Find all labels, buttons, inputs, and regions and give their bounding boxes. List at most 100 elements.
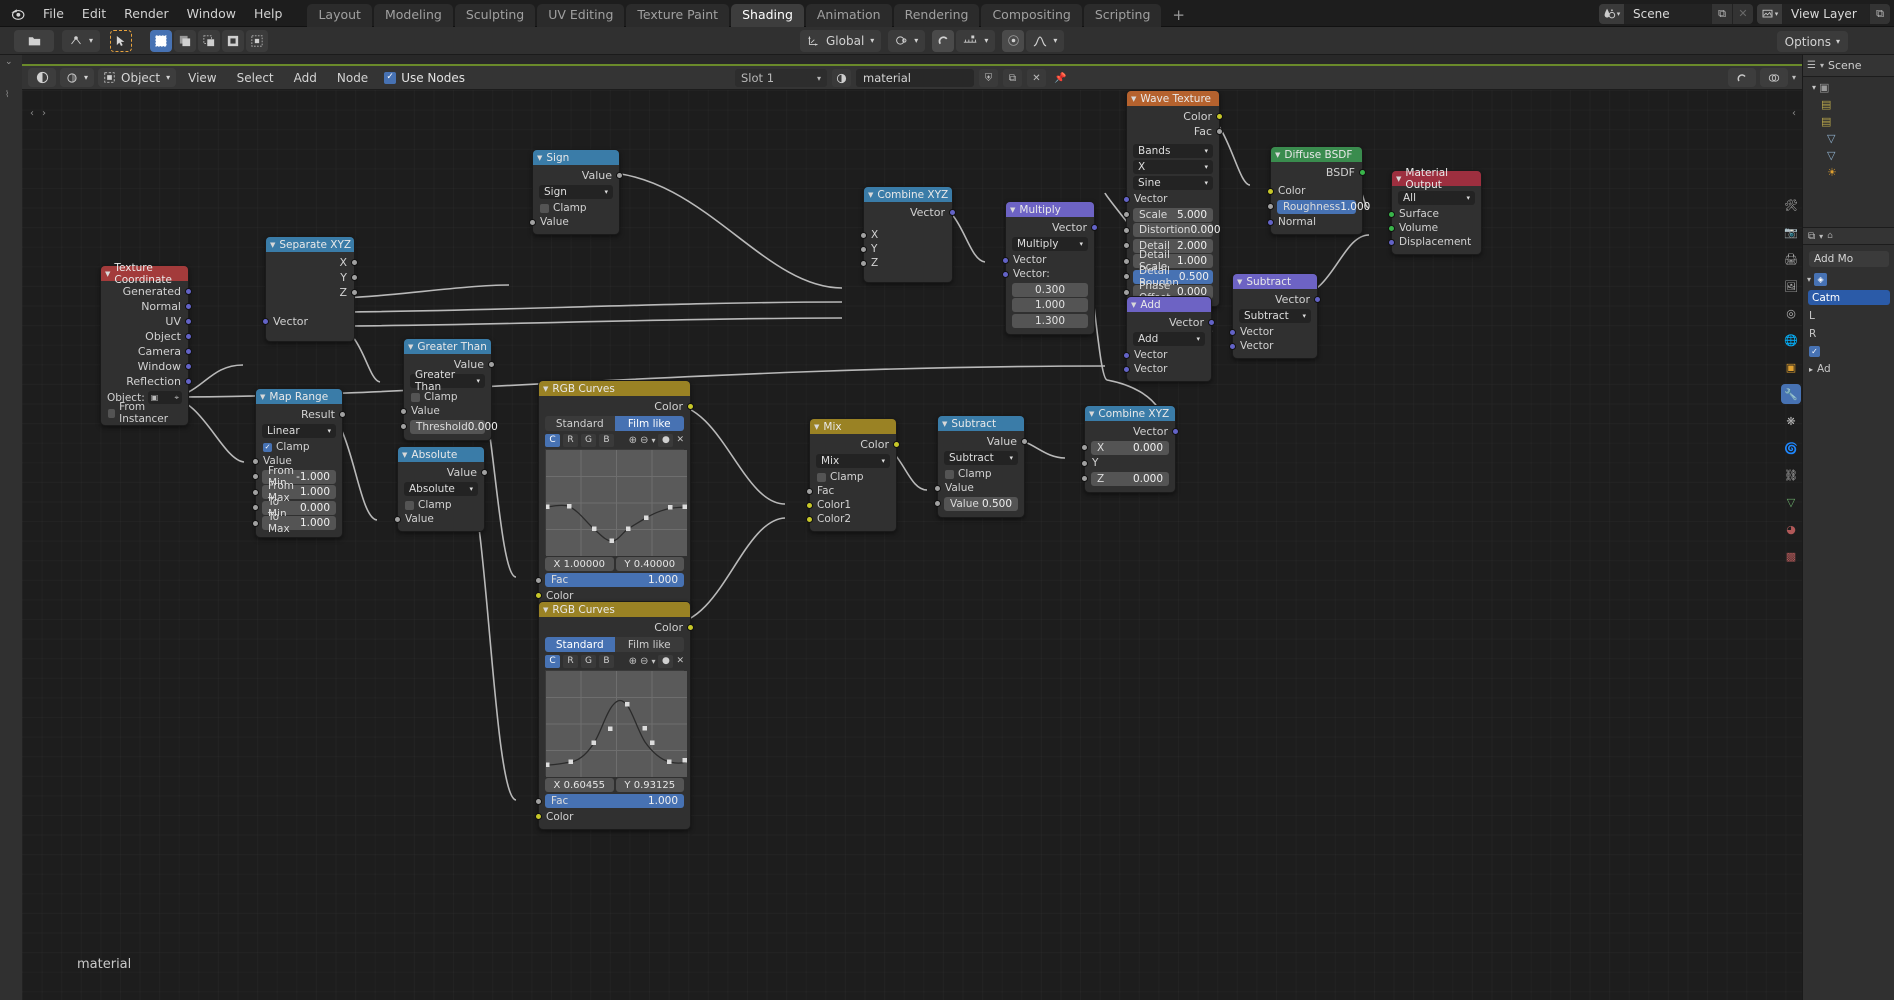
tone-filmlike-button[interactable]: Film like: [614, 416, 684, 431]
menu-render[interactable]: Render: [115, 3, 178, 24]
channel-g-button[interactable]: G: [581, 433, 596, 447]
target-dropdown[interactable]: All ▾: [1398, 191, 1475, 205]
chevron-down-icon[interactable]: ▾: [1053, 36, 1057, 45]
vector-x-field[interactable]: 0.300: [1012, 282, 1088, 297]
chevron-down-icon[interactable]: ▾: [870, 36, 874, 45]
node-header[interactable]: ▼ Sign: [533, 150, 619, 165]
menu-help[interactable]: Help: [245, 3, 292, 24]
input-socket[interactable]: [1388, 210, 1395, 218]
checkbox-icon[interactable]: [108, 408, 116, 418]
node-absolute[interactable]: ▼ Absolute Value Absolute ▾ Clamp Value: [394, 446, 488, 532]
scene-icon[interactable]: ◎: [1781, 303, 1801, 323]
chevron-down-icon[interactable]: ▾: [651, 657, 655, 666]
operation-dropdown[interactable]: Subtract ▾: [944, 451, 1018, 465]
output-socket[interactable]: [351, 259, 358, 266]
curve-x-value[interactable]: X 0.60455: [545, 778, 614, 792]
input-socket[interactable]: [806, 515, 813, 523]
view-layer-name[interactable]: View Layer: [1783, 3, 1869, 24]
node-menu-node[interactable]: Node: [329, 70, 376, 86]
object-icon[interactable]: ▣: [1781, 357, 1801, 377]
outliner-row[interactable]: ▽: [1807, 147, 1890, 164]
workspace-tab-shading[interactable]: Shading: [731, 3, 804, 27]
node-header[interactable]: ▼ Absolute: [398, 447, 484, 462]
outliner-row[interactable]: ▽: [1807, 130, 1890, 147]
input-socket[interactable]: [1002, 270, 1009, 278]
channel-c-button[interactable]: C: [545, 654, 560, 668]
collapse-triangle-icon[interactable]: ▼: [1237, 278, 1242, 286]
input-socket[interactable]: [1267, 203, 1274, 210]
node-menu-view[interactable]: View: [180, 70, 224, 86]
collapse-triangle-icon[interactable]: ▼: [105, 270, 110, 278]
tone-filmlike-button[interactable]: Film like: [614, 637, 684, 652]
channel-c-button[interactable]: C: [545, 433, 560, 447]
workspace-tab-layout[interactable]: Layout: [307, 3, 372, 27]
node-header[interactable]: ▼ Map Range: [256, 389, 342, 404]
pin-icon[interactable]: 📌: [1051, 69, 1070, 87]
input-socket[interactable]: [535, 797, 542, 805]
field-z[interactable]: Z 0.000: [1081, 471, 1169, 486]
chevron-down-icon[interactable]: ▾: [1792, 73, 1796, 82]
tone-mode-toggle[interactable]: Standard Film like: [545, 416, 684, 431]
node-separate-xyz[interactable]: ▼ Separate XYZ X Y Z Vector: [262, 236, 358, 342]
field-roughness[interactable]: Roughness 1.000: [1267, 199, 1370, 214]
node-header[interactable]: ▼ Subtract: [1233, 274, 1317, 289]
editor-type-icon[interactable]: ☰: [1807, 60, 1816, 71]
output-socket[interactable]: [1208, 319, 1215, 326]
field-distortion[interactable]: Distortion 0.000: [1123, 223, 1221, 237]
blend-mode-dropdown[interactable]: Mix ▾: [816, 454, 890, 468]
chevron-down-icon[interactable]: ▾: [1836, 37, 1840, 46]
proportional-edit-icon[interactable]: [1002, 29, 1025, 52]
input-socket[interactable]: [1123, 365, 1130, 373]
node-mix[interactable]: ▼ Mix Color Mix ▾ Clamp Fac Color1 Color2: [806, 418, 900, 532]
output-socket[interactable]: [185, 333, 192, 340]
shader-target-selector[interactable]: Object ▾: [98, 68, 177, 87]
output-socket[interactable]: [185, 288, 192, 295]
node-header[interactable]: ▼ RGB Curves: [539, 381, 690, 396]
texture-icon[interactable]: ▩: [1781, 546, 1801, 566]
view-layer-icon[interactable]: ▾: [1757, 3, 1783, 24]
magnet-icon[interactable]: [932, 29, 955, 52]
world-icon[interactable]: 🌐: [1781, 330, 1801, 350]
outliner-row[interactable]: ▤: [1807, 113, 1890, 130]
field-to-max[interactable]: To Max 1.000: [252, 511, 336, 535]
output-socket[interactable]: [185, 303, 192, 310]
output-socket[interactable]: [893, 441, 900, 448]
node-header[interactable]: ▼ Material Output: [1392, 167, 1481, 191]
view-layer-icon[interactable]: 🖼: [1781, 276, 1801, 296]
modifier-icon[interactable]: ◈: [1814, 273, 1828, 286]
checkbox-icon[interactable]: [540, 203, 549, 213]
material-name-field[interactable]: material: [856, 69, 974, 87]
editor-type-icon[interactable]: ⧉: [1808, 231, 1815, 242]
workspace-tab-rendering[interactable]: Rendering: [893, 3, 980, 27]
collapse-triangle-icon[interactable]: ▼: [537, 154, 542, 162]
checkbox-icon[interactable]: ✓: [384, 71, 397, 84]
node-subtract-math[interactable]: ▼ Subtract Value Subtract ▾ Clamp Value V…: [934, 415, 1028, 518]
input-socket[interactable]: [1229, 342, 1236, 350]
collapse-triangle-icon[interactable]: ▼: [543, 606, 548, 614]
vector-z-field[interactable]: 1.300: [1012, 313, 1088, 328]
collapse-triangle-icon[interactable]: ▼: [408, 343, 413, 351]
material-slot-selector[interactable]: Slot 1 ▾: [735, 69, 827, 87]
input-socket[interactable]: [1123, 288, 1130, 296]
output-socket[interactable]: [687, 403, 694, 410]
vector-y-field[interactable]: 1.000: [1012, 298, 1088, 312]
checkbox-icon[interactable]: [945, 469, 954, 479]
outliner-row[interactable]: ▾ ▣: [1807, 79, 1890, 96]
use-nodes-checkbox[interactable]: ✓ Use Nodes: [384, 71, 465, 85]
curve-y-value[interactable]: Y 0.93125: [615, 778, 684, 792]
field-x[interactable]: X 0.000: [1081, 440, 1169, 455]
field-fac[interactable]: Fac 1.000: [535, 573, 684, 587]
input-socket[interactable]: [1123, 211, 1130, 218]
node-sign[interactable]: ▼ Sign Value Sign ▾ Clamp Value: [529, 149, 623, 235]
collapse-triangle-icon[interactable]: ▼: [402, 451, 407, 459]
output-socket[interactable]: [687, 624, 694, 631]
node-rgb-curves-1[interactable]: ▼ RGB Curves Color Standard Film like C …: [535, 380, 694, 609]
input-socket[interactable]: [535, 576, 542, 584]
input-socket[interactable]: [529, 218, 536, 226]
wave-profile-dropdown[interactable]: Sine ▾: [1133, 176, 1213, 190]
view-layer-selector[interactable]: ▾ View Layer ⧉: [1757, 3, 1890, 24]
output-socket[interactable]: [185, 378, 192, 385]
overlays-icon[interactable]: [1759, 68, 1788, 87]
node-header[interactable]: ▼ Diffuse BSDF: [1271, 147, 1362, 162]
workspace-tab-uv-editing[interactable]: UV Editing: [537, 3, 625, 27]
